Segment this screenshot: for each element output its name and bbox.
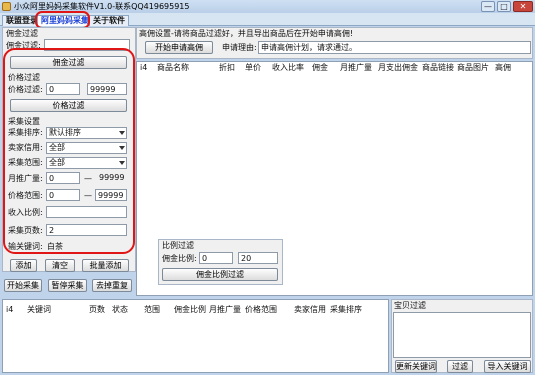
product-col-image: 商品图片 <box>457 63 489 72</box>
commission-input[interactable] <box>44 39 130 51</box>
product-col-i4: i4 <box>140 63 148 72</box>
tab-bar: 联盟登录 阿里妈妈采集 关于软件 <box>0 13 535 26</box>
window-title: 小众阿里妈妈采集软件V1.0-联系QQ419695915 <box>14 2 190 11</box>
pause-collect-button[interactable]: 暂停采集 <box>48 279 87 292</box>
baby-filter-textarea[interactable] <box>393 312 531 358</box>
keyword-col-ratio: 佣金比例 <box>174 305 206 314</box>
monthly-label: 月推广量: <box>8 174 43 183</box>
sort-label: 采集排序: <box>8 128 43 137</box>
price-section-label: 价格过滤 <box>8 73 40 82</box>
price-min-input[interactable]: 0 <box>46 83 80 95</box>
pricerange-min-input[interactable]: 0 <box>46 189 80 201</box>
high-commission-section-label: 高佣设置-请将商品过滤好，并且导出商品后在开始申请高佣! <box>139 29 354 38</box>
product-col-link: 商品链接 <box>422 63 454 72</box>
product-col-monthly: 月推广量 <box>340 63 372 72</box>
range-label: 采集范围: <box>8 158 43 167</box>
product-col-commission: 佣金 <box>312 63 328 72</box>
keyword-col-pages: 页数 <box>89 305 105 314</box>
sort-select[interactable]: 默认排序 <box>46 127 127 139</box>
tab-login[interactable]: 联盟登录 <box>2 15 42 26</box>
ratio-input[interactable] <box>46 206 127 218</box>
pages-input[interactable]: 2 <box>46 224 127 236</box>
credit-select-value: 全部 <box>49 143 65 152</box>
pricerange-label: 价格范围: <box>8 191 43 200</box>
clear-button[interactable]: 清空 <box>45 259 75 272</box>
collect-section-label: 采集设置 <box>8 117 40 126</box>
update-keywords-button[interactable]: 更新关键词 <box>395 360 437 373</box>
product-col-price: 单价 <box>245 63 261 72</box>
app-icon <box>2 2 11 11</box>
maximize-button[interactable]: □ <box>497 1 511 12</box>
add-button[interactable]: 添加 <box>10 259 37 272</box>
import-keywords-button[interactable]: 导入关键词 <box>484 360 531 373</box>
reason-input[interactable]: 申请高佣计划，请求通过。 <box>258 41 531 54</box>
product-col-high: 高佣 <box>495 63 511 72</box>
tab-about[interactable]: 关于软件 <box>89 15 129 26</box>
sort-select-value: 默认排序 <box>49 128 81 137</box>
keyword-col-credit: 卖家信用 <box>294 305 326 314</box>
keyword-col-keyword: 关键词 <box>27 305 51 314</box>
chevron-down-icon <box>119 146 125 150</box>
keyword-label: 输关键词: <box>8 242 43 251</box>
commission-filter-button[interactable]: 佣金过滤 <box>10 56 127 69</box>
monthly-max-input[interactable]: 99999 <box>97 172 127 184</box>
monthly-dash: — <box>84 174 92 183</box>
batch-add-button[interactable]: 批量添加 <box>82 259 129 272</box>
product-col-discount: 折扣 <box>219 63 235 72</box>
ratio-filter-button[interactable]: 佣金比例过滤 <box>162 268 278 281</box>
baby-filter-section-label: 宝贝过滤 <box>394 301 426 310</box>
commission-section-label: 佣金过滤 <box>6 29 38 38</box>
ratio-label: 收入比例: <box>8 208 43 217</box>
monthly-min-input[interactable]: 0 <box>46 172 80 184</box>
keyword-col-status: 状态 <box>112 305 128 314</box>
close-button[interactable]: ✕ <box>513 1 533 12</box>
apply-high-commission-button[interactable]: 开始申请高佣 <box>145 41 213 54</box>
reason-label: 申请理由: <box>222 43 257 52</box>
tab-alimama[interactable]: 阿里妈妈采集 <box>37 15 93 26</box>
keyword-input[interactable]: 白茶 <box>47 242 63 252</box>
title-bar: 小众阿里妈妈采集软件V1.0-联系QQ419695915 — □ ✕ <box>0 0 535 13</box>
minimize-button[interactable]: — <box>481 1 495 12</box>
product-col-monthly-payout: 月支出佣金 <box>378 63 418 72</box>
ratio-filter-section-label: 比例过滤 <box>162 241 194 250</box>
chevron-down-icon <box>119 131 125 135</box>
price-label: 价格过滤: <box>8 85 43 94</box>
commission-label: 佣金过滤: <box>6 41 41 50</box>
product-col-income-rate: 收入比率 <box>272 63 304 72</box>
keyword-col-range: 范围 <box>144 305 160 314</box>
price-filter-button[interactable]: 价格过滤 <box>10 99 127 112</box>
keyword-table[interactable]: i4 关键词 页数 状态 范围 佣金比例 月推广量 价格范围 卖家信用 采集排序 <box>2 299 389 373</box>
range-select-value: 全部 <box>49 158 65 167</box>
keyword-col-i4: i4 <box>6 305 14 314</box>
pages-label: 采集页数: <box>8 226 43 235</box>
start-collect-button[interactable]: 开始采集 <box>4 279 42 292</box>
credit-label: 卖家信用: <box>8 143 43 152</box>
pricerange-dash: — <box>84 191 92 200</box>
range-select[interactable]: 全部 <box>46 157 127 169</box>
commission-ratio-label: 佣金比例: <box>162 254 197 263</box>
ratio-min-input[interactable]: 0 <box>199 252 233 264</box>
keyword-col-monthly: 月推广量 <box>209 305 241 314</box>
ratio-max-input[interactable]: 20 <box>238 252 278 264</box>
pricerange-max-input[interactable]: 99999 <box>95 189 127 201</box>
keyword-col-pricerange: 价格范围 <box>245 305 277 314</box>
chevron-down-icon <box>119 161 125 165</box>
dedupe-button[interactable]: 去掉重复 <box>92 279 132 292</box>
keyword-col-sort: 采集排序 <box>330 305 362 314</box>
credit-select[interactable]: 全部 <box>46 142 127 154</box>
product-col-name: 商品名称 <box>157 63 189 72</box>
price-max-input[interactable]: 99999 <box>87 83 127 95</box>
filter-button[interactable]: 过滤 <box>447 360 473 373</box>
